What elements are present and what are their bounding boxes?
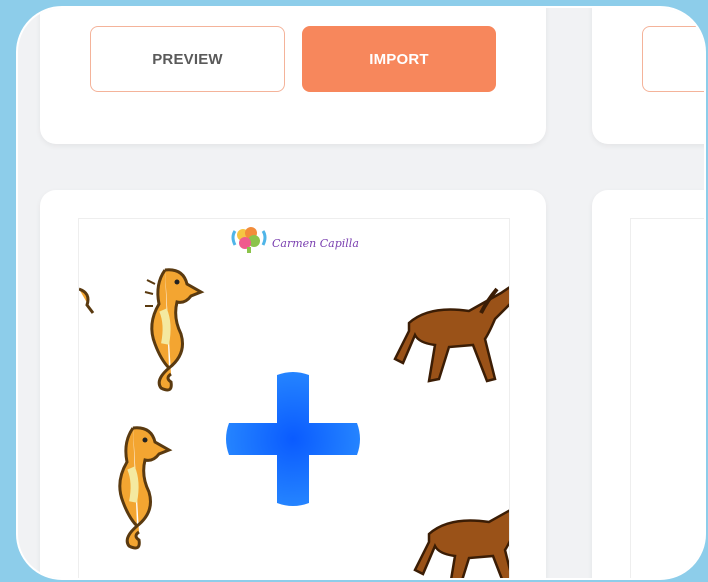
brain-logo-icon — [231, 227, 267, 253]
watermark-text: Carmen Capilla — [272, 237, 359, 250]
seahorse-icon — [144, 268, 205, 392]
template-thumbnail[interactable]: Carmen Capilla — [78, 218, 510, 578]
plus-icon — [226, 372, 360, 506]
horse-icon — [393, 286, 509, 383]
import-button[interactable]: IMPORT — [302, 26, 496, 92]
template-card[interactable]: Carmen Capilla — [40, 190, 546, 578]
template-actions-card-2 — [592, 8, 704, 144]
preview-button[interactable]: PREVIEW — [90, 26, 285, 92]
template-card-2[interactable] — [592, 190, 704, 578]
preview-button-2[interactable] — [642, 26, 704, 92]
horse-icon — [413, 509, 509, 578]
seahorse-icon — [118, 426, 173, 550]
template-actions-card: PREVIEW IMPORT — [40, 8, 546, 144]
template-thumbnail-2[interactable] — [630, 218, 704, 578]
app-frame: PREVIEW IMPORT Carmen Capilla — [16, 6, 706, 580]
seahorse-tail-icon — [79, 287, 95, 314]
